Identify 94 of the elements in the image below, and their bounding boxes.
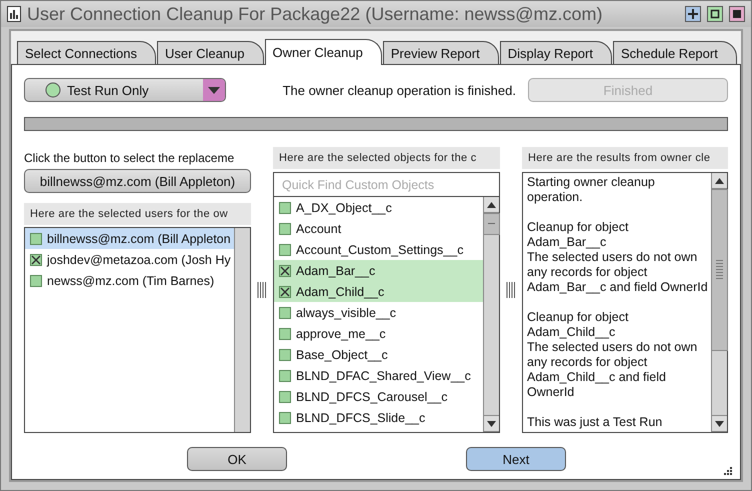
result-line: Cleanup for object [527,220,630,235]
tab[interactable]: Owner Cleanup [264,39,382,65]
object-label: BLND_DFAC_Shared_View__c [296,368,471,382]
checkbox[interactable] [279,202,291,214]
object-label: Adam_Bar__c [296,264,376,278]
dialog-button[interactable]: OK [187,447,287,471]
scrollbar[interactable] [483,197,499,432]
object-label: BLND_DFCS_Slide__c [296,410,426,424]
object-label: Account_Custom_Settings__c [296,242,464,256]
checkbox[interactable] [30,232,42,244]
object-label: Account [296,222,342,236]
instruction-text: Click the button to select the replaceme [24,151,236,167]
result-line: OwnerId [527,385,576,400]
scroll-down-icon[interactable] [715,420,724,426]
window-title: User Connection Cleanup For Package22 (Username: newss@mz.com) [27,4,604,24]
result-line: any records for object [527,355,648,370]
status-message: The owner cleanup operation is finished. [282,82,516,98]
list-item[interactable]: Account [274,218,483,239]
scrollbar[interactable] [711,173,727,432]
result-line: Cleanup for object [527,310,630,325]
mode-dropdown[interactable]: Test Run Only [24,78,226,102]
result-line: any records for object [527,265,648,280]
object-label: A_DX_Object__c [296,200,392,214]
list-item[interactable]: joshdev@metazoa.com (Josh Hy [25,249,234,270]
document-icon [7,6,21,22]
tab[interactable]: Select Connections [17,41,156,65]
result-line: Adam_Bar__c and field OwnerId [527,280,707,295]
list-item[interactable]: A_DX_Object__c [274,197,483,218]
checkbox[interactable] [279,348,291,360]
scroll-down-icon[interactable] [487,420,496,426]
search-field[interactable]: Quick Find Custom Objects [273,172,500,196]
close-icon [733,10,741,18]
scrollbar[interactable] [234,228,250,432]
checkbox[interactable] [279,222,291,234]
result-line: The selected users do not own [527,250,698,265]
circle-icon [45,82,61,98]
object-label: approve_me__c [296,326,386,340]
replacement-user-button[interactable]: billnewss@mz.com (Bill Appleton) [24,169,251,193]
result-line: This was just a Test Run [527,415,664,430]
object-label: always_visible__c [296,306,396,320]
scroll-thumb[interactable] [483,213,500,235]
splitter-handle-icon[interactable] [506,282,516,298]
result-line: Adam_Child__c [527,325,616,340]
square-icon [710,9,720,19]
maximize-button[interactable] [707,6,723,22]
checkbox[interactable] [279,328,291,340]
splitter-handle-icon[interactable] [257,282,267,298]
result-line: Adam_Child__c and field [527,370,667,385]
checkbox[interactable] [279,390,291,402]
result-line: Adam_Bar__c [527,235,608,250]
scroll-thumb[interactable] [711,189,728,351]
checkbox[interactable] [279,286,291,298]
tab[interactable]: User Cleanup [157,41,264,65]
list-header: Here are the selected users for the ow [24,203,251,225]
checkbox[interactable] [279,264,291,276]
user-label: joshdev@metazoa.com (Josh Hy [47,252,231,266]
checkbox[interactable] [279,370,291,382]
list-item[interactable]: BLND_DFCS_Carousel__c [274,386,483,407]
checkbox[interactable] [279,306,291,318]
list-header: Here are the selected objects for the c [273,147,500,169]
user-label: newss@mz.com (Tim Barnes) [47,274,214,288]
object-label: Adam_Child__c [296,284,384,298]
result-line: Starting owner cleanup [527,175,656,190]
list-item[interactable]: Adam_Child__c [274,281,483,302]
user-label: billnewss@mz.com (Bill Appleton [47,232,231,246]
object-label: Base_Object__c [296,348,388,362]
add-window-button[interactable] [685,6,701,22]
checkbox[interactable] [279,412,291,424]
checkbox[interactable] [30,254,42,266]
caret-icon [203,79,225,101]
list-item[interactable]: Account_Custom_Settings__c [274,239,483,260]
scroll-up-icon[interactable] [715,178,724,184]
list-item[interactable]: BLND_DFCS_Slide__c [274,407,483,428]
scroll-up-icon[interactable] [487,202,496,208]
list-item[interactable]: BLND_DFAC_Shared_View__c [274,365,483,386]
close-button[interactable] [729,6,745,22]
list-item[interactable]: always_visible__c [274,302,483,323]
dialog-button[interactable]: Next [466,447,566,471]
list-header: Here are the results from owner cle [522,147,728,169]
checkbox[interactable] [30,274,42,286]
resize-grip-icon[interactable] [724,467,732,475]
list-item[interactable]: approve_me__c [274,323,483,344]
list-item[interactable]: billnewss@mz.com (Bill Appleton [25,228,234,249]
checkbox[interactable] [279,244,291,256]
tab[interactable]: Display Report [500,41,612,65]
plus-icon [687,8,699,20]
tab[interactable]: Schedule Report [612,41,737,65]
tab[interactable]: Preview Report [382,41,499,65]
list-item[interactable]: Base_Object__c [274,344,483,365]
object-label: BLND_DFCS_Carousel__c [296,390,448,404]
result-line: operation. [527,190,584,205]
list-item[interactable]: newss@mz.com (Tim Barnes) [25,270,234,291]
result-line: The selected users do not own [527,340,698,355]
list-item[interactable]: Adam_Bar__c [274,260,483,281]
